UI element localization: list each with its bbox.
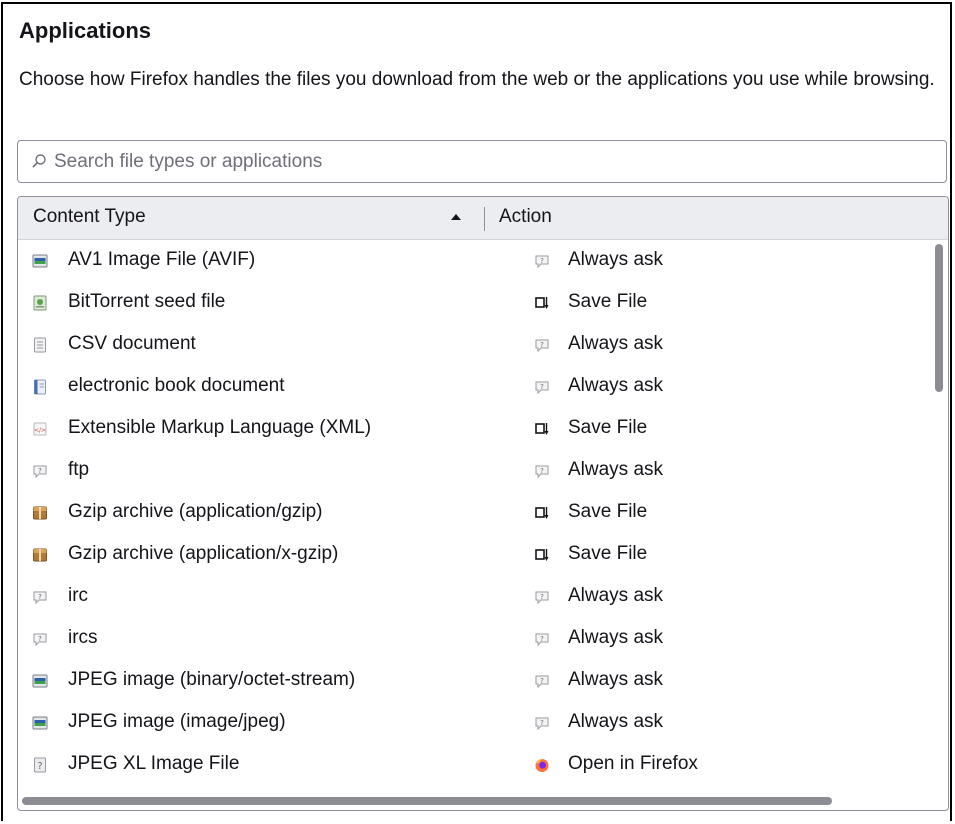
protocol-icon: ?	[33, 591, 47, 605]
save-file-icon	[535, 549, 549, 561]
save-file-icon	[535, 507, 549, 519]
applications-panel: Applications Choose how Firefox handles …	[1, 2, 952, 821]
search-icon	[32, 154, 46, 168]
content-type-label: JPEG image (binary/octet-stream)	[68, 669, 356, 690]
column-header-content-type[interactable]: Content Type	[33, 206, 146, 228]
content-type-label: JPEG image (image/jpeg)	[68, 711, 286, 732]
table-row[interactable]: ? irc? Always ask	[18, 576, 930, 618]
action-label[interactable]: Always ask	[568, 249, 663, 271]
table-row[interactable]: JPEG image (image/jpeg)? Always ask	[18, 702, 930, 744]
image-file-icon	[32, 674, 48, 688]
vertical-scrollbar[interactable]	[932, 242, 946, 792]
svg-text:?: ?	[540, 341, 544, 349]
content-type-label: Extensible Markup Language (XML)	[68, 417, 372, 438]
text-document-icon	[34, 337, 46, 353]
content-type-label: Gzip archive (application/gzip)	[68, 501, 323, 522]
table-row[interactable]: ? ircs? Always ask	[18, 618, 930, 660]
content-type-label: CSV document	[68, 333, 196, 354]
action-label[interactable]: Save File	[568, 543, 647, 565]
save-file-icon	[535, 297, 549, 309]
save-file-icon	[535, 423, 549, 435]
table-row[interactable]: Gzip archive (application/gzip) Save File	[18, 492, 930, 534]
content-type-label: Gzip archive (application/x-gzip)	[68, 543, 339, 564]
vertical-scrollbar-thumb[interactable]	[935, 244, 943, 392]
horizontal-scrollbar-thumb[interactable]	[22, 797, 832, 805]
action-label[interactable]: Always ask	[568, 669, 663, 691]
section-description: Choose how Firefox handles the files you…	[19, 69, 935, 90]
archive-icon	[33, 548, 47, 562]
protocol-icon: ?	[33, 465, 47, 479]
table-row[interactable]: electronic book document? Always ask	[18, 366, 930, 408]
content-type-label: BitTorrent seed file	[68, 291, 226, 312]
action-label[interactable]: Save File	[568, 291, 647, 313]
svg-text:?: ?	[38, 593, 42, 601]
svg-text:?: ?	[540, 719, 544, 727]
content-type-label: electronic book document	[68, 375, 285, 396]
content-type-label: irc	[68, 585, 89, 606]
action-label[interactable]: Always ask	[568, 585, 663, 607]
always-ask-icon: ?	[535, 633, 549, 647]
table-body: AV1 Image File (AVIF)? Always ask BitTorre…	[18, 240, 930, 792]
table-header: Content Type Action	[18, 197, 948, 240]
svg-text:?: ?	[540, 677, 544, 685]
svg-text:?: ?	[540, 383, 544, 391]
archive-icon	[33, 506, 47, 520]
always-ask-icon: ?	[535, 381, 549, 395]
table-row[interactable]: ? JPEG XL Image File Open in Firefox	[18, 744, 930, 786]
action-label[interactable]: Always ask	[568, 333, 663, 355]
svg-text:?: ?	[37, 761, 42, 772]
table-row[interactable]: Gzip archive (application/x-gzip) Save Fi…	[18, 534, 930, 576]
always-ask-icon: ?	[535, 675, 549, 689]
table-row[interactable]: BitTorrent seed file Save File	[18, 282, 930, 324]
firefox-icon	[535, 758, 549, 772]
svg-text:?: ?	[38, 467, 42, 475]
table-row[interactable]: JPEG image (binary/octet-stream)? Always …	[18, 660, 930, 702]
svg-text:?: ?	[540, 467, 544, 475]
content-type-label: ircs	[68, 627, 98, 648]
table-row[interactable]: AV1 Image File (AVIF)? Always ask	[18, 240, 930, 282]
action-label[interactable]: Always ask	[568, 627, 663, 649]
content-type-label: JPEG XL Image File	[68, 753, 240, 774]
image-file-icon	[32, 716, 48, 730]
action-label[interactable]: Always ask	[568, 711, 663, 733]
svg-text:?: ?	[540, 635, 544, 643]
always-ask-icon: ?	[535, 465, 549, 479]
action-label[interactable]: Always ask	[568, 459, 663, 481]
svg-text:?: ?	[38, 635, 42, 643]
horizontal-scrollbar[interactable]	[18, 794, 948, 808]
action-label[interactable]: Always ask	[568, 375, 663, 397]
svg-text:?: ?	[540, 593, 544, 601]
action-label[interactable]: Save File	[568, 417, 647, 439]
action-label[interactable]: Open in Firefox	[568, 753, 698, 775]
svg-text:</>: </>	[34, 427, 46, 434]
ebook-icon	[34, 379, 46, 395]
always-ask-icon: ?	[535, 717, 549, 731]
search-input[interactable]	[54, 147, 914, 177]
always-ask-icon: ?	[535, 255, 549, 269]
column-divider[interactable]	[484, 207, 485, 231]
unknown-file-icon: ?	[34, 757, 46, 773]
image-file-icon	[32, 254, 48, 268]
section-title: Applications	[19, 18, 152, 43]
xml-file-icon: </>	[33, 422, 47, 436]
protocol-icon: ?	[33, 633, 47, 647]
torrent-file-icon	[33, 295, 47, 311]
handlers-table: Content Type Action AV1 Image File (AVIF…	[17, 196, 949, 811]
svg-text:?: ?	[540, 257, 544, 265]
table-row[interactable]: </> Extensible Markup Language (XML) Save …	[18, 408, 930, 450]
column-header-action[interactable]: Action	[499, 206, 552, 228]
always-ask-icon: ?	[535, 591, 549, 605]
action-label[interactable]: Save File	[568, 501, 647, 523]
always-ask-icon: ?	[535, 339, 549, 353]
sort-ascending-icon[interactable]	[450, 212, 462, 222]
content-type-label: AV1 Image File (AVIF)	[68, 249, 256, 270]
content-type-label: ftp	[68, 459, 90, 480]
table-row[interactable]: ? ftp? Always ask	[18, 450, 930, 492]
search-box[interactable]	[17, 140, 947, 183]
table-row[interactable]: CSV document? Always ask	[18, 324, 930, 366]
